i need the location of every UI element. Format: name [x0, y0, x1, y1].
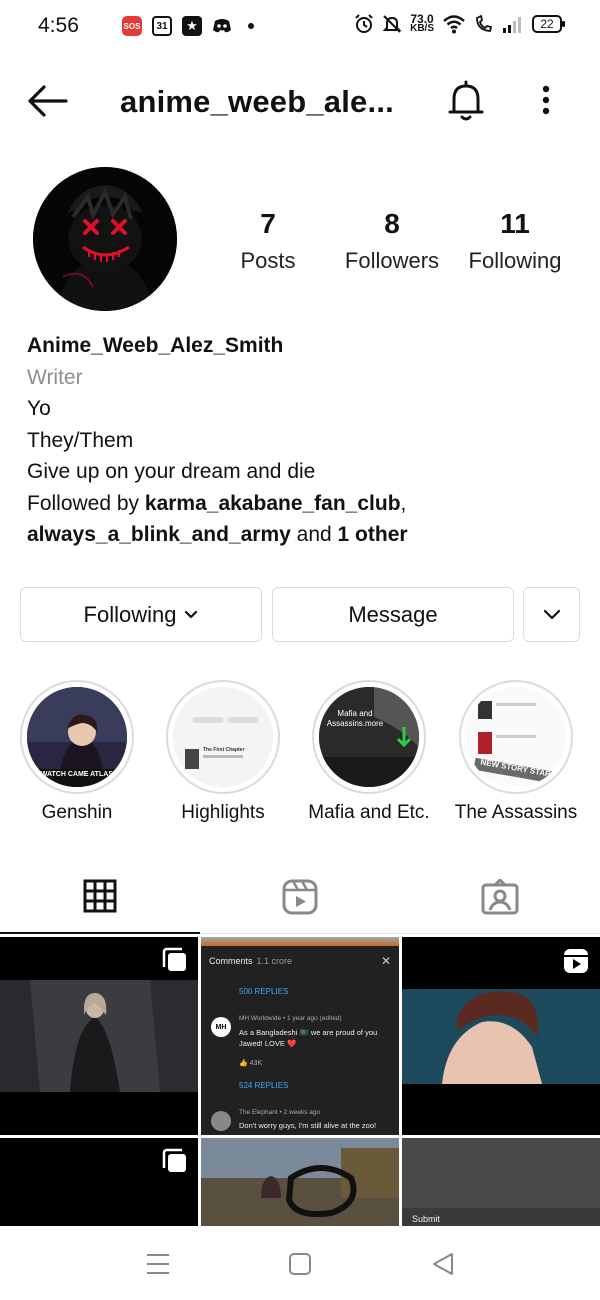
tab-posts-grid[interactable]	[0, 860, 200, 934]
post-thumbnail[interactable]	[0, 937, 198, 1135]
mutual-follower-link[interactable]: always_a_blink_and_army	[27, 523, 291, 546]
chevron-down-icon	[185, 610, 198, 618]
notification-bell-icon[interactable]	[446, 80, 486, 122]
back-nav-icon[interactable]	[428, 1250, 458, 1278]
profile-avatar[interactable]	[33, 167, 177, 311]
home-icon[interactable]	[285, 1250, 315, 1278]
highlight-cover-text: WATCH CAME ATLAST	[40, 771, 118, 778]
mute-icon	[382, 15, 402, 33]
post-thumbnail[interactable]: Comments 1.1 crore ✕ 500 REPLIES MH MH Wo…	[201, 937, 399, 1135]
alarm-icon	[355, 14, 373, 33]
highlight-cover: NEW STORY START	[466, 687, 566, 787]
signal-icon	[503, 17, 521, 33]
status-time: 4:56	[38, 14, 79, 37]
tagged-icon	[481, 879, 519, 915]
comments-screenshot: Comments 1.1 crore ✕ 500 REPLIES MH MH Wo…	[201, 937, 399, 1135]
system-navigation-bar	[0, 1226, 600, 1300]
mutual-others-link[interactable]: 1 other	[338, 523, 408, 546]
multiple-posts-icon	[162, 947, 186, 971]
following-button-label: Following	[83, 601, 177, 627]
highlight-label: The Assassins	[454, 802, 578, 823]
page-title: anime_weeb_ale...	[120, 84, 394, 119]
following-stat[interactable]: 11 Following	[460, 208, 570, 274]
bio-line: Give up on your dream and die	[27, 460, 316, 483]
grid-icon	[83, 879, 117, 913]
story-highlights: WATCH CAME ATLAST Genshin The First Chap…	[0, 680, 600, 830]
bio-pronouns: They/Them	[27, 428, 134, 452]
post-thumbnail[interactable]	[402, 937, 600, 1135]
posts-stat[interactable]: 7 Posts	[218, 208, 318, 274]
back-arrow-icon[interactable]	[26, 84, 68, 118]
highlight-cover: Mafia and Assassins.more	[319, 687, 419, 787]
message-button-label: Message	[348, 601, 438, 627]
tab-reels[interactable]	[200, 860, 400, 934]
followers-count: 8	[384, 208, 400, 239]
post-thumbnail[interactable]: Submit	[402, 1138, 600, 1227]
mutual-follower-link[interactable]: karma_akabane_fan_club	[145, 492, 401, 515]
more-options-icon[interactable]	[534, 82, 558, 122]
wifi-calling-icon	[476, 14, 493, 32]
close-icon: ✕	[380, 954, 391, 968]
profile-bio: Anime_Weeb_Alez_Smith Writer Yo They/The…	[27, 330, 587, 551]
more-notifications-dot	[248, 23, 254, 29]
avatar	[211, 1111, 231, 1131]
highlight-label: Genshin	[41, 802, 113, 823]
avatar-image	[33, 167, 177, 311]
following-label: Following	[468, 248, 562, 273]
highlight-mafia-and-etc[interactable]: Mafia and Assassins.more Mafia and Etc.	[294, 680, 444, 824]
following-count: 11	[500, 208, 530, 239]
battery-icon: 22	[532, 15, 565, 33]
status-bar: 4:56 SOS 31 ★ 73.0 KB/S 22	[0, 0, 600, 56]
display-name: Anime_Weeb_Alez_Smith	[27, 334, 284, 357]
network-speed: 73.0 KB/S	[410, 12, 434, 34]
highlight-highlights[interactable]: The First Chapter Highlights	[148, 680, 298, 824]
submit-label: Submit	[412, 1214, 441, 1224]
followers-label: Followers	[344, 248, 440, 273]
reel-icon	[564, 949, 588, 973]
highlight-cover-text: The First Chapter	[203, 747, 245, 753]
highlight-label: Mafia and Etc.	[308, 802, 430, 823]
followers-stat[interactable]: 8 Followers	[332, 208, 452, 274]
sos-icon: SOS	[122, 16, 142, 36]
tab-tagged[interactable]	[400, 860, 600, 934]
post-thumbnail[interactable]	[0, 1138, 198, 1227]
posts-grid: Comments 1.1 crore ✕ 500 REPLIES MH MH Wo…	[0, 937, 600, 1227]
post-thumbnail[interactable]	[201, 1138, 399, 1227]
highlight-the-assassins[interactable]: NEW STORY START The Assassins	[441, 680, 591, 824]
bio-line: Yo	[27, 397, 51, 420]
highlight-genshin[interactable]: WATCH CAME ATLAST Genshin	[2, 680, 152, 824]
avatar: MH	[211, 1017, 231, 1037]
calendar-icon: 31	[152, 16, 172, 36]
star-app-icon: ★	[182, 16, 202, 36]
wifi-icon	[443, 15, 465, 34]
chevron-down-icon	[543, 609, 560, 619]
posts-label: Posts	[240, 248, 296, 273]
discord-icon	[213, 19, 231, 33]
multiple-posts-icon	[162, 1148, 186, 1172]
reels-icon	[282, 879, 318, 915]
profile-tabs	[0, 860, 600, 934]
highlight-cover-text: Mafia and Assassins.more	[326, 709, 384, 728]
profile-category: Writer	[27, 365, 83, 389]
highlight-label: Highlights	[181, 802, 265, 823]
message-button[interactable]: Message	[272, 587, 514, 642]
top-navigation: anime_weeb_ale...	[0, 70, 600, 132]
suggested-accounts-button[interactable]	[523, 587, 580, 642]
followed-by[interactable]: Followed by karma_akabane_fan_club, alwa…	[27, 488, 587, 551]
highlight-cover: The First Chapter	[173, 687, 273, 787]
following-button[interactable]: Following	[20, 587, 262, 642]
recent-apps-icon[interactable]	[143, 1250, 173, 1278]
highlight-cover: WATCH CAME ATLAST	[27, 687, 127, 787]
posts-count: 7	[260, 208, 276, 239]
